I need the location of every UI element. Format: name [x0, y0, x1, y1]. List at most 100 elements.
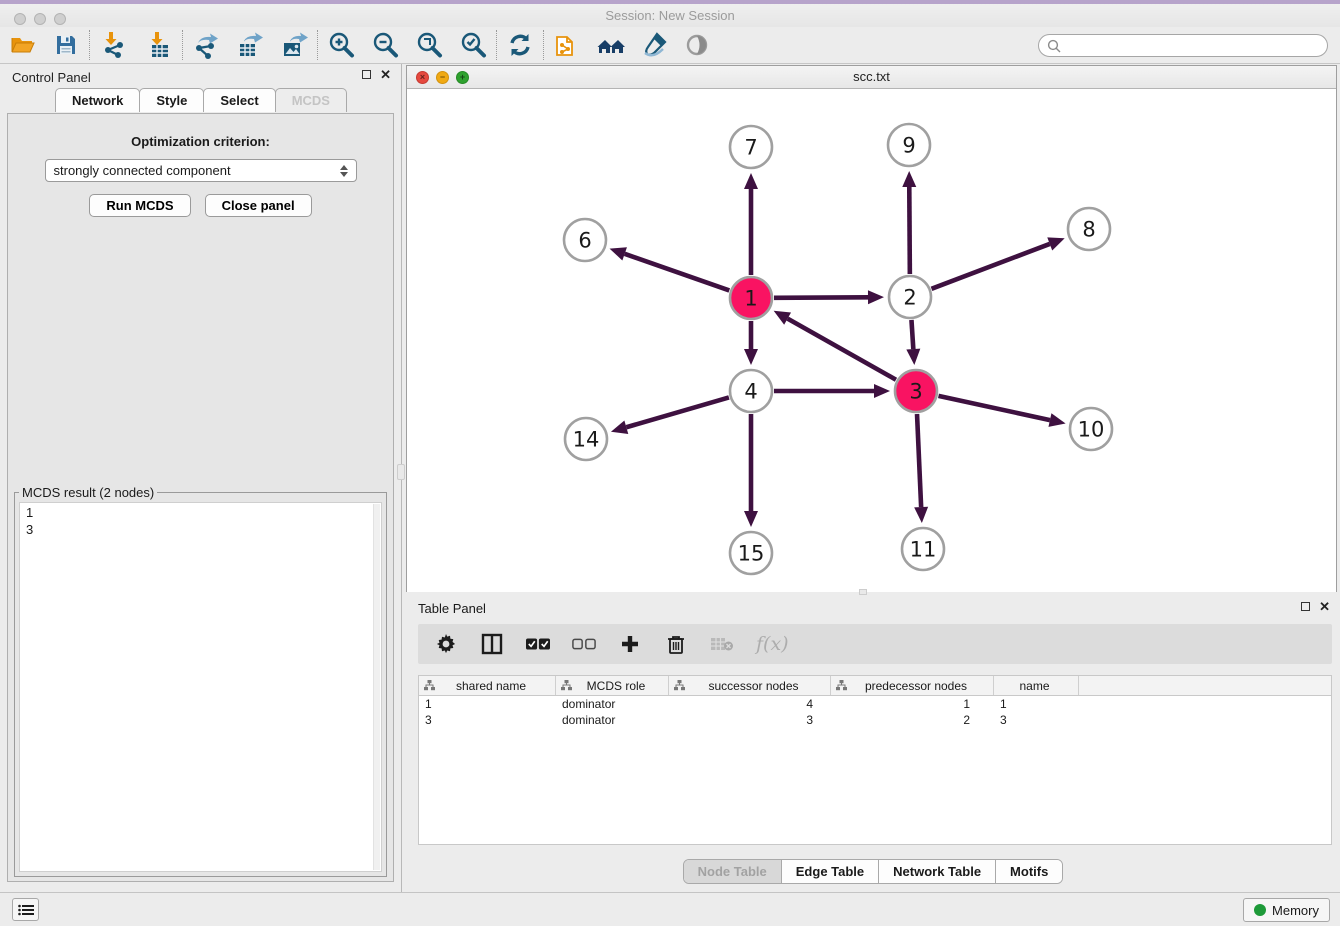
search-input[interactable]: [1067, 39, 1319, 53]
graph-edge-3-1[interactable]: [788, 319, 896, 380]
column-header-mcds-role[interactable]: MCDS role: [556, 676, 669, 695]
task-history-button[interactable]: [12, 898, 39, 921]
graph-edge-2-8[interactable]: [932, 244, 1050, 289]
graph-edge-4-14[interactable]: [626, 397, 729, 427]
zoom-window-button[interactable]: [54, 13, 66, 25]
column-header-predecessor-nodes[interactable]: predecessor nodes: [831, 676, 994, 695]
column-layout-button[interactable]: [480, 632, 504, 656]
network-window-titlebar[interactable]: × − + scc.txt: [407, 66, 1336, 89]
graph-edge-arrow: [744, 173, 758, 189]
zoom-in-button[interactable]: [323, 29, 359, 61]
window-traffic-lights: [14, 13, 66, 25]
export-network-icon: [192, 31, 220, 59]
graph-node-label: 11: [910, 538, 937, 562]
trash-icon: [667, 634, 685, 654]
graph-edge-arrow: [914, 507, 928, 523]
float-table-panel-icon[interactable]: [1301, 602, 1310, 611]
paint-brush-icon: [641, 31, 669, 59]
select-stepper-icon: [340, 165, 348, 177]
graph-edge-2-9[interactable]: [909, 187, 910, 274]
refresh-button[interactable]: [502, 29, 538, 61]
graph-edge-arrow: [611, 421, 628, 434]
window-title: Session: New Session: [0, 4, 1340, 27]
criterion-select[interactable]: strongly connected component: [45, 159, 357, 182]
float-panel-icon[interactable]: [362, 70, 371, 79]
table-row[interactable]: 1 dominator 4 1 1: [419, 696, 1331, 712]
graph-edge-1-2[interactable]: [774, 297, 868, 298]
new-network-button[interactable]: [549, 29, 585, 61]
checked-boxes-icon: [526, 637, 550, 651]
column-header-shared-name[interactable]: shared name: [419, 676, 556, 695]
table-panel: Table Panel ✕: [406, 596, 1340, 892]
run-mcds-button[interactable]: Run MCDS: [89, 194, 190, 217]
minimize-window-button[interactable]: [34, 13, 46, 25]
graph-edge-3-10[interactable]: [938, 396, 1049, 420]
import-network-button[interactable]: [95, 29, 131, 61]
delete-table-button[interactable]: [710, 632, 734, 656]
canvas-splitter-grip[interactable]: [859, 589, 867, 595]
main-toolbar: [0, 27, 1340, 64]
import-table-icon: [145, 31, 173, 59]
save-icon: [54, 33, 78, 57]
result-scrollbar[interactable]: [373, 504, 380, 870]
show-hide-button[interactable]: [679, 29, 715, 61]
apply-style-button[interactable]: [637, 29, 673, 61]
save-session-button[interactable]: [48, 29, 84, 61]
graph-edge-2-3[interactable]: [911, 320, 913, 349]
graph-node-label: 15: [738, 542, 765, 566]
network-close-button[interactable]: ×: [416, 71, 429, 84]
import-network-icon: [99, 31, 127, 59]
close-panel-button[interactable]: Close panel: [205, 194, 312, 217]
function-builder-button[interactable]: f(x): [756, 633, 789, 655]
tab-motifs[interactable]: Motifs: [996, 860, 1062, 883]
mcds-result-title: MCDS result (2 nodes): [19, 485, 157, 500]
memory-button[interactable]: Memory: [1243, 898, 1330, 922]
network-maximize-button[interactable]: +: [456, 71, 469, 84]
export-network-button[interactable]: [188, 29, 224, 61]
table-row[interactable]: 3 dominator 3 2 3: [419, 712, 1331, 728]
zoom-selected-button[interactable]: [455, 29, 491, 61]
close-window-button[interactable]: [14, 13, 26, 25]
export-image-button[interactable]: [276, 29, 312, 61]
tab-edge-table[interactable]: Edge Table: [782, 860, 879, 883]
close-table-panel-icon[interactable]: ✕: [1319, 602, 1330, 611]
table-settings-button[interactable]: [434, 632, 458, 656]
tab-mcds[interactable]: MCDS: [275, 88, 347, 112]
panel-splitter-grip[interactable]: [397, 464, 405, 480]
graph-edge-1-6[interactable]: [625, 254, 730, 291]
close-panel-icon[interactable]: ✕: [380, 70, 391, 79]
export-table-button[interactable]: [232, 29, 268, 61]
status-bar: Memory: [0, 892, 1340, 926]
columns-icon: [481, 633, 503, 655]
zoom-in-icon: [327, 31, 355, 59]
home-layout-button[interactable]: [593, 29, 629, 61]
network-minimize-button[interactable]: −: [436, 71, 449, 84]
import-table-button[interactable]: [141, 29, 177, 61]
tab-select[interactable]: Select: [203, 88, 275, 112]
add-column-button[interactable]: [618, 632, 642, 656]
network-window-title: scc.txt: [407, 66, 1336, 88]
cell-mcds-role: dominator: [556, 697, 669, 711]
graph-edge-arrow: [1047, 237, 1064, 250]
open-session-button[interactable]: [6, 29, 42, 61]
result-line: 3: [26, 521, 375, 538]
tab-style[interactable]: Style: [139, 88, 204, 112]
zoom-fit-button[interactable]: [411, 29, 447, 61]
tab-node-table[interactable]: Node Table: [684, 860, 782, 883]
cell-predecessor-nodes: 1: [831, 697, 994, 711]
network-graph: 7968124314101511: [407, 89, 1336, 592]
column-header-name[interactable]: name: [994, 676, 1079, 695]
tab-network[interactable]: Network: [55, 88, 140, 112]
select-all-button[interactable]: [526, 632, 550, 656]
tab-network-table[interactable]: Network Table: [879, 860, 996, 883]
column-header-successor-nodes[interactable]: successor nodes: [669, 676, 831, 695]
graph-edge-3-11[interactable]: [917, 414, 921, 507]
mcds-result-text[interactable]: 1 3: [19, 502, 382, 872]
network-canvas[interactable]: 7968124314101511: [407, 89, 1336, 592]
delete-column-button[interactable]: [664, 632, 688, 656]
unselect-all-button[interactable]: [572, 632, 596, 656]
graph-node-label: 2: [903, 286, 916, 310]
zoom-out-button[interactable]: [367, 29, 403, 61]
control-panel: Control Panel ✕ Network Style Select MCD…: [0, 64, 402, 892]
gear-icon: [436, 634, 456, 654]
